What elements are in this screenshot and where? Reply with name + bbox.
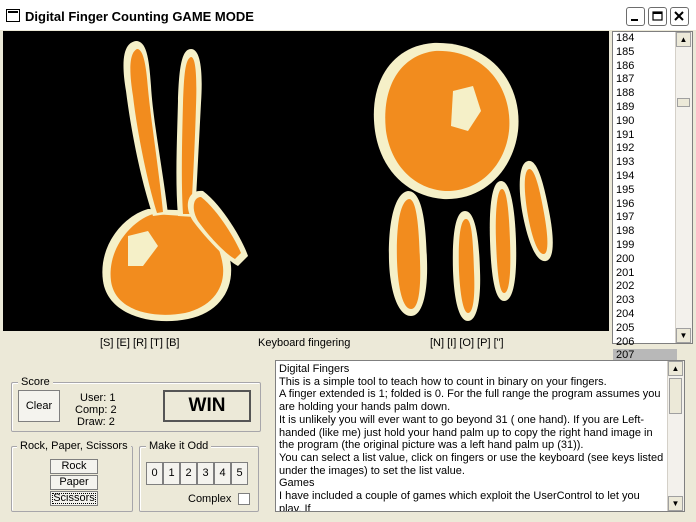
complex-label: Complex <box>188 493 232 505</box>
list-item[interactable]: 193 <box>613 156 677 170</box>
help-scroll-down-button[interactable]: ▼ <box>668 496 683 511</box>
scissors-button[interactable]: Scissors <box>50 491 98 506</box>
number-list-items[interactable]: 184 185 186 187 188 189 190 191 192 193 194 195 196 1… <box>613 32 677 364</box>
minimize-button[interactable] <box>626 7 645 26</box>
list-item[interactable]: 185 <box>613 46 677 60</box>
odd-button-3[interactable]: 3 <box>197 462 214 485</box>
comp-score: Comp: 2 <box>75 404 117 416</box>
list-item[interactable]: 186 <box>613 60 677 74</box>
list-item[interactable]: 203 <box>613 294 677 308</box>
odd-button-5[interactable]: 5 <box>231 462 248 485</box>
minimize-icon <box>631 19 638 21</box>
make-odd-title: Make it Odd <box>146 440 212 452</box>
list-item[interactable]: 198 <box>613 225 677 239</box>
list-item[interactable]: 190 <box>613 115 677 129</box>
result-display: WIN <box>163 390 251 422</box>
list-item[interactable]: 200 <box>613 253 677 267</box>
list-item[interactable]: 205 <box>613 322 677 336</box>
app-icon[interactable] <box>6 9 20 22</box>
list-item[interactable]: 197 <box>613 211 677 225</box>
complex-checkbox[interactable] <box>238 493 250 505</box>
list-item[interactable]: 191 <box>613 129 677 143</box>
paper-button[interactable]: Paper <box>50 475 98 490</box>
draw-score: Draw: 2 <box>77 416 115 428</box>
list-item[interactable]: 184 <box>613 32 677 46</box>
list-item[interactable]: 189 <box>613 101 677 115</box>
close-icon <box>674 11 684 21</box>
score-title: Score <box>18 376 53 388</box>
help-textbox[interactable]: Digital Fingers This is a simple tool to… <box>275 360 685 512</box>
scroll-thumb[interactable] <box>677 98 690 107</box>
window-title: Digital Finger Counting GAME MODE <box>25 9 254 24</box>
odd-button-4[interactable]: 4 <box>214 462 231 485</box>
hands-image <box>102 41 553 322</box>
user-score: User: 1 <box>80 392 116 404</box>
title-bar: Digital Finger Counting GAME MODE <box>0 0 696 30</box>
left-hand-keys: [S] [E] [R] [T] [B] <box>100 337 180 349</box>
odd-button-1[interactable]: 1 <box>163 462 180 485</box>
list-item[interactable]: 195 <box>613 184 677 198</box>
maximize-icon <box>652 11 663 21</box>
list-item[interactable]: 206 <box>613 336 677 350</box>
list-item[interactable]: 187 <box>613 73 677 87</box>
number-list[interactable]: 184 185 186 187 188 189 190 191 192 193 194 195 196 1… <box>612 31 693 364</box>
right-hand[interactable] <box>373 42 553 321</box>
list-item[interactable]: 201 <box>613 267 677 281</box>
list-item[interactable]: 194 <box>613 170 677 184</box>
rps-title: Rock, Paper, Scissors <box>17 440 131 452</box>
list-item[interactable]: 202 <box>613 280 677 294</box>
right-hand-keys: [N] [I] [O] [P] ["] <box>430 337 504 349</box>
maximize-button[interactable] <box>648 7 667 26</box>
list-item[interactable]: 199 <box>613 239 677 253</box>
help-scroll-thumb[interactable] <box>669 378 682 414</box>
list-item[interactable]: 196 <box>613 198 677 212</box>
rock-button[interactable]: Rock <box>50 459 98 474</box>
help-text: Digital Fingers This is a simple tool to… <box>279 363 664 512</box>
scroll-down-button[interactable]: ▼ <box>676 328 691 343</box>
finger-display[interactable]: 0011001111 <box>3 31 609 331</box>
list-item[interactable]: 204 <box>613 308 677 322</box>
help-scrollbar[interactable]: ▲ ▼ <box>667 361 684 511</box>
scroll-up-button[interactable]: ▲ <box>676 32 691 47</box>
odd-button-0[interactable]: 0 <box>146 462 163 485</box>
close-button[interactable] <box>670 7 689 26</box>
list-item[interactable]: 192 <box>613 142 677 156</box>
number-list-scrollbar[interactable]: ▲ ▼ <box>675 32 692 343</box>
clear-button[interactable]: Clear <box>18 390 60 422</box>
keyboard-fingering-label: Keyboard fingering <box>258 337 351 349</box>
help-scroll-up-button[interactable]: ▲ <box>668 361 683 376</box>
odd-button-2[interactable]: 2 <box>180 462 197 485</box>
list-item[interactable]: 188 <box>613 87 677 101</box>
left-hand[interactable] <box>102 41 248 322</box>
